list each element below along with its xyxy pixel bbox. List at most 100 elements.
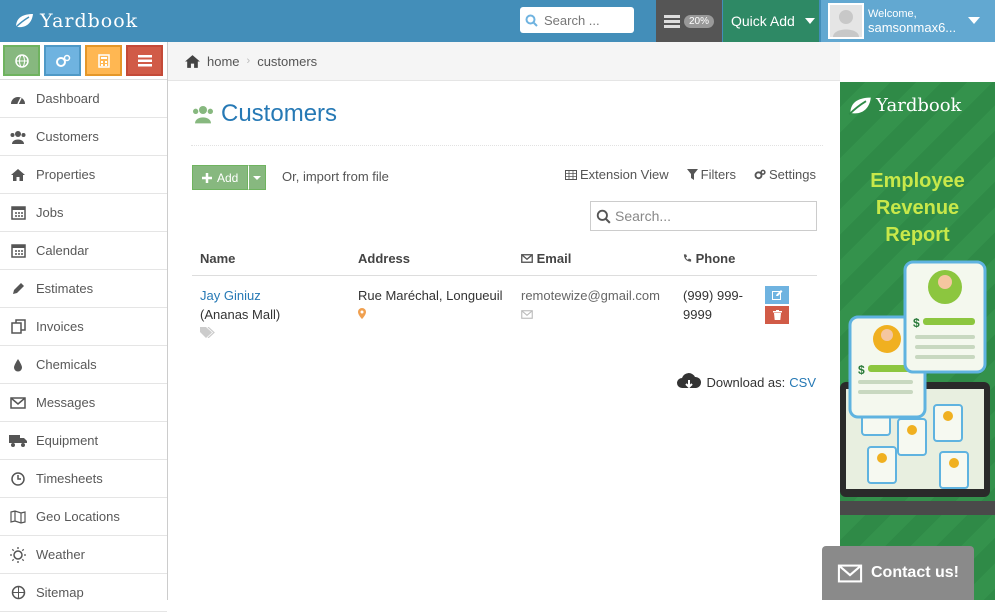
sidebar-item-label: Timesheets bbox=[36, 471, 103, 486]
column-header-phone[interactable]: Phone bbox=[675, 243, 757, 276]
customer-company: (Ananas Mall) bbox=[200, 306, 281, 322]
tachometer-icon bbox=[8, 91, 28, 107]
header-search-input[interactable]: Search ... bbox=[520, 7, 634, 33]
sidebar-item-label: Geo Locations bbox=[36, 509, 120, 524]
envelope-icon[interactable] bbox=[521, 309, 533, 319]
cogs-shortcut-button[interactable] bbox=[44, 45, 81, 76]
ad-title-line: Revenue bbox=[875, 197, 960, 219]
download-label: Download as: bbox=[706, 374, 786, 390]
sidebar-item-label: Jobs bbox=[36, 205, 64, 220]
sidebar-item-label: Estimates bbox=[36, 281, 94, 296]
filter-icon bbox=[686, 169, 698, 180]
calculator-shortcut-button[interactable] bbox=[85, 45, 122, 76]
map-marker-icon[interactable] bbox=[358, 307, 366, 319]
sidebar-item-calendar[interactable]: Calendar bbox=[0, 232, 167, 270]
phone-icon bbox=[683, 254, 692, 262]
sidebar-item-geo-locations[interactable]: Geo Locations bbox=[0, 498, 167, 536]
calendar-icon bbox=[8, 243, 28, 259]
sidebar-item-label: Dashboard bbox=[36, 91, 100, 106]
envelope-icon bbox=[521, 254, 533, 264]
chevron-right-icon: › bbox=[246, 55, 251, 67]
quick-add-button[interactable]: Quick Add bbox=[723, 0, 819, 42]
column-header-name[interactable]: Name bbox=[192, 243, 350, 276]
add-button-group: Add bbox=[192, 165, 267, 190]
delete-button[interactable] bbox=[765, 305, 789, 324]
sidebar-item-properties[interactable]: Properties bbox=[0, 156, 167, 194]
trash-icon bbox=[772, 309, 782, 320]
table-search-placeholder: Search... bbox=[615, 208, 672, 224]
sidebar-item-sitemap[interactable]: Sitemap bbox=[0, 574, 167, 612]
cloud-download-icon bbox=[677, 373, 702, 389]
customer-email: remotewize@gmail.com bbox=[521, 287, 660, 303]
sidebar-item-label: Equipment bbox=[36, 433, 99, 448]
column-header-address[interactable]: Address bbox=[350, 243, 513, 276]
settings-button[interactable]: Settings bbox=[754, 167, 816, 182]
leaf-icon bbox=[848, 97, 871, 115]
extension-view-button[interactable]: Extension View bbox=[564, 167, 669, 182]
user-menu[interactable]: Welcome, samsonmax6... bbox=[821, 0, 995, 42]
import-from-file-link[interactable]: Or, import from file bbox=[282, 169, 389, 184]
sidebar-shortcuts bbox=[0, 42, 167, 80]
brand-name: Yardbook bbox=[40, 10, 139, 32]
table-icon bbox=[564, 169, 577, 180]
chevron-down-icon bbox=[253, 175, 262, 180]
tasks-button[interactable]: 20% bbox=[656, 0, 722, 42]
avatar bbox=[828, 3, 864, 39]
tasks-icon bbox=[663, 14, 680, 28]
quick-add-label: Quick Add bbox=[731, 13, 795, 29]
sun-icon bbox=[8, 546, 28, 563]
sidebar-item-jobs[interactable]: Jobs bbox=[0, 194, 167, 232]
download-csv-link[interactable]: CSV bbox=[789, 375, 816, 390]
users-icon bbox=[193, 106, 213, 124]
envelope-icon bbox=[837, 564, 863, 582]
table-search-input[interactable]: Search... bbox=[590, 201, 817, 231]
sidebar-item-invoices[interactable]: Invoices bbox=[0, 308, 167, 346]
envelope-icon bbox=[8, 395, 28, 411]
tint-icon bbox=[8, 357, 28, 373]
list-shortcut-button[interactable] bbox=[126, 45, 163, 76]
sidebar-item-customers[interactable]: Customers bbox=[0, 118, 167, 156]
tasks-badge: 20% bbox=[683, 14, 714, 28]
column-header-actions bbox=[757, 243, 817, 276]
home-icon bbox=[8, 167, 28, 183]
sidebar-item-equipment[interactable]: Equipment bbox=[0, 422, 167, 460]
sidebar-item-dashboard[interactable]: Dashboard bbox=[0, 80, 167, 118]
sidebar-item-label: Weather bbox=[36, 547, 85, 562]
add-customer-button[interactable]: Add bbox=[192, 165, 249, 190]
ad-logo: Yardbook bbox=[848, 95, 961, 116]
ad-title: Employee Revenue Report bbox=[840, 168, 995, 249]
customer-address: Rue Maréchal, Longueuil bbox=[358, 287, 503, 303]
sidebar-item-chemicals[interactable]: Chemicals bbox=[0, 346, 167, 384]
calculator-icon bbox=[97, 53, 110, 68]
contact-us-button[interactable]: Contact us! bbox=[822, 546, 974, 600]
sidebar-item-label: Customers bbox=[36, 129, 99, 144]
sidebar-item-weather[interactable]: Weather bbox=[0, 536, 167, 574]
ad-banner[interactable]: Yardbook Employee Revenue Report $ $ bbox=[840, 82, 995, 600]
column-header-email[interactable]: Email bbox=[513, 243, 675, 276]
settings-label: Settings bbox=[769, 167, 816, 182]
tags-icon[interactable] bbox=[200, 326, 215, 338]
divider bbox=[191, 145, 823, 146]
globe-shortcut-button[interactable] bbox=[3, 45, 40, 76]
edit-button[interactable] bbox=[765, 285, 789, 304]
plus-icon bbox=[202, 172, 212, 183]
filters-button[interactable]: Filters bbox=[686, 167, 736, 182]
sidebar-item-timesheets[interactable]: Timesheets bbox=[0, 460, 167, 498]
breadcrumb-home-link[interactable]: home bbox=[207, 54, 240, 69]
brand-logo[interactable]: Yardbook bbox=[14, 6, 138, 36]
cogs-icon bbox=[754, 169, 766, 180]
sidebar-item-messages[interactable]: Messages bbox=[0, 384, 167, 422]
contact-us-label: Contact us! bbox=[871, 564, 959, 581]
ad-title-line: Employee bbox=[870, 170, 965, 192]
page-title-text: Customers bbox=[221, 100, 338, 127]
table-tools: Extension View Filters Settings bbox=[564, 167, 816, 182]
sidebar-item-label: Calendar bbox=[36, 243, 89, 258]
edit-icon bbox=[771, 289, 782, 300]
leaf-icon bbox=[14, 14, 33, 29]
email-header-label: Email bbox=[536, 251, 572, 267]
sidebar-item-estimates[interactable]: Estimates bbox=[0, 270, 167, 308]
add-dropdown-toggle[interactable] bbox=[248, 165, 267, 190]
table-header-row: Name Address Email Phone bbox=[192, 243, 817, 276]
customer-name-link[interactable]: Jay Giniuz bbox=[200, 286, 342, 305]
calendar-icon bbox=[8, 205, 28, 221]
